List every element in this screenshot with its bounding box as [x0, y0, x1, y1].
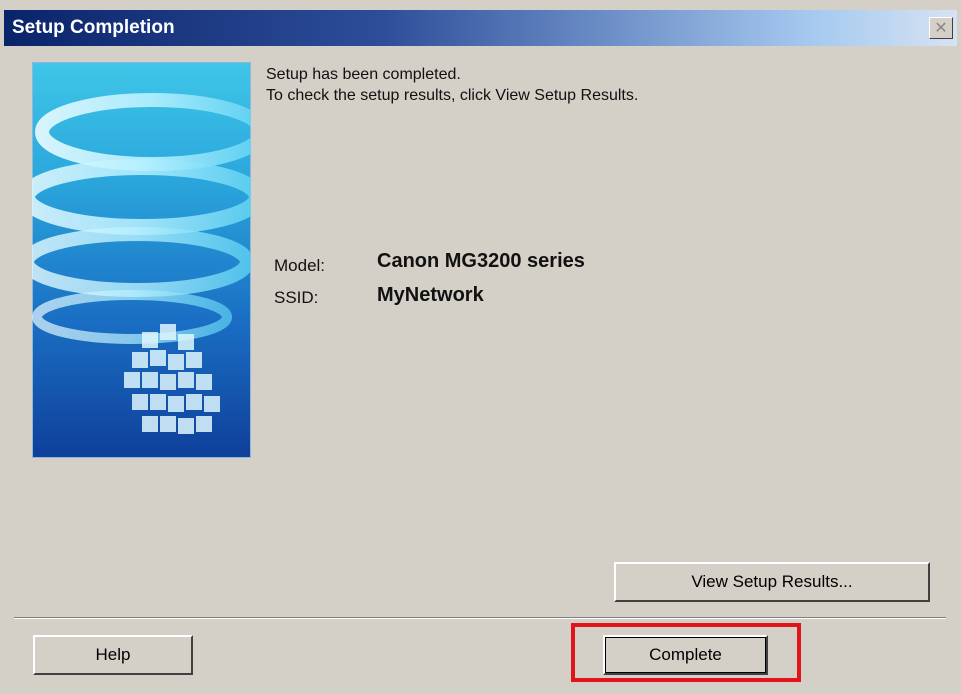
close-icon[interactable]: ✕ — [929, 17, 953, 39]
divider — [14, 617, 946, 619]
instruction-message: To check the setup results, click View S… — [266, 87, 639, 104]
model-value: Canon MG3200 series — [377, 250, 585, 272]
setup-completion-dialog: Setup Completion ✕ Setup has been comple… — [0, 0, 961, 694]
ssid-label: SSID: — [274, 288, 319, 307]
complete-highlight-box — [571, 623, 801, 682]
ssid-value: MyNetwork — [377, 284, 484, 306]
model-label: Model: — [274, 256, 326, 275]
view-setup-results-button[interactable]: View Setup Results... — [614, 562, 930, 602]
window-title: Setup Completion — [12, 17, 175, 38]
banner-artwork — [32, 93, 251, 434]
title-bar[interactable]: Setup Completion ✕ — [4, 10, 957, 46]
completion-message: Setup has been completed. — [266, 66, 461, 83]
spiral-cubes-banner-image — [32, 62, 251, 458]
help-button[interactable]: Help — [33, 635, 193, 675]
